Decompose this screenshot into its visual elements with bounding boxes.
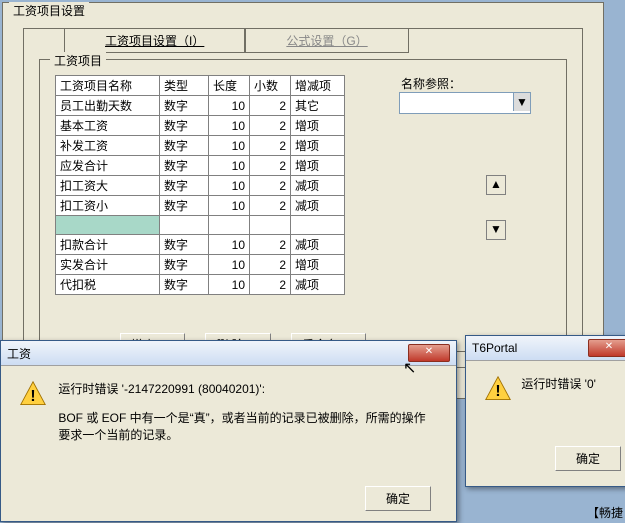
- table-cell[interactable]: 其它: [291, 96, 345, 116]
- table-cell[interactable]: [291, 216, 345, 235]
- table-row[interactable]: 扣工资大数字102减项: [56, 176, 345, 196]
- ref-combo[interactable]: ▼: [399, 92, 531, 114]
- table-cell[interactable]: 10: [209, 235, 250, 255]
- table-cell[interactable]: 2: [250, 156, 291, 176]
- table-cell[interactable]: 数字: [160, 255, 209, 275]
- table-cell[interactable]: 扣工资大: [56, 176, 160, 196]
- error-dialog-1: 工资 ✕ ! 运行时错误 '-2147220991 (80040201)': B…: [0, 340, 457, 522]
- table-cell[interactable]: 10: [209, 136, 250, 156]
- table-cell[interactable]: 实发合计: [56, 255, 160, 275]
- close-icon[interactable]: ✕: [588, 339, 625, 357]
- table-cell[interactable]: 2: [250, 275, 291, 295]
- table-cell[interactable]: 数字: [160, 275, 209, 295]
- table-cell[interactable]: 10: [209, 196, 250, 216]
- move-down-button[interactable]: ▼: [486, 220, 506, 240]
- table-cell[interactable]: 10: [209, 275, 250, 295]
- table-cell[interactable]: 增项: [291, 156, 345, 176]
- table-cell[interactable]: 数字: [160, 136, 209, 156]
- move-up-button[interactable]: ▲: [486, 175, 506, 195]
- table-cell[interactable]: 数字: [160, 116, 209, 136]
- dialog2-ok-button[interactable]: 确定: [555, 446, 621, 471]
- dialog2-title: T6Portal: [472, 341, 517, 355]
- warning-icon: !: [484, 375, 512, 403]
- table-cell[interactable]: 2: [250, 196, 291, 216]
- window-title: 工资项目设置: [9, 2, 89, 19]
- svg-text:!: !: [495, 383, 500, 400]
- table-row[interactable]: 基本工资数字102增项: [56, 116, 345, 136]
- table-cell[interactable]: 减项: [291, 176, 345, 196]
- footer-text: 【畅捷: [587, 504, 623, 521]
- table-row[interactable]: 应发合计数字102增项: [56, 156, 345, 176]
- table-row[interactable]: 实发合计数字102增项: [56, 255, 345, 275]
- table-cell[interactable]: [209, 216, 250, 235]
- table-cell[interactable]: [250, 216, 291, 235]
- table-cell[interactable]: 增项: [291, 136, 345, 156]
- table-cell[interactable]: [56, 216, 160, 235]
- table-cell[interactable]: 数字: [160, 235, 209, 255]
- table-cell[interactable]: 10: [209, 96, 250, 116]
- tab-formula[interactable]: 公式设置（G）: [245, 28, 408, 53]
- table-row[interactable]: 扣款合计数字102减项: [56, 235, 345, 255]
- table-cell[interactable]: 2: [250, 255, 291, 275]
- group-label: 工资项目: [50, 52, 106, 69]
- table-row[interactable]: 代扣税数字102减项: [56, 275, 345, 295]
- table-cell[interactable]: 数字: [160, 156, 209, 176]
- table-cell[interactable]: 2: [250, 235, 291, 255]
- table-cell[interactable]: 10: [209, 156, 250, 176]
- group-box: 工资项目 工资项目名称 类型 长度 小数 增减项 员工出勤天数数字102其它基本…: [39, 59, 567, 352]
- table-cell[interactable]: 10: [209, 176, 250, 196]
- warning-icon: !: [19, 380, 47, 408]
- col-type: 类型: [160, 76, 209, 96]
- dialog2-titlebar[interactable]: T6Portal ✕: [466, 336, 625, 361]
- table-cell[interactable]: 增项: [291, 116, 345, 136]
- dialog1-title: 工资: [7, 345, 31, 362]
- table-cell[interactable]: 扣款合计: [56, 235, 160, 255]
- table-cell[interactable]: 数字: [160, 96, 209, 116]
- table-cell[interactable]: 数字: [160, 196, 209, 216]
- table-cell[interactable]: 减项: [291, 196, 345, 216]
- col-incdec: 增减项: [291, 76, 345, 96]
- table-cell[interactable]: 扣工资小: [56, 196, 160, 216]
- table-cell[interactable]: 数字: [160, 176, 209, 196]
- col-name: 工资项目名称: [56, 76, 160, 96]
- table-row[interactable]: 补发工资数字102增项: [56, 136, 345, 156]
- table-cell[interactable]: 代扣税: [56, 275, 160, 295]
- error-dialog-2: T6Portal ✕ ! 运行时错误 '0' 确定: [465, 335, 625, 487]
- table-cell[interactable]: 2: [250, 136, 291, 156]
- items-table[interactable]: 工资项目名称 类型 长度 小数 增减项 员工出勤天数数字102其它基本工资数字1…: [55, 75, 345, 295]
- table-cell[interactable]: 员工出勤天数: [56, 96, 160, 116]
- table-cell[interactable]: 2: [250, 116, 291, 136]
- table-cell[interactable]: 2: [250, 96, 291, 116]
- col-len: 长度: [209, 76, 250, 96]
- inner-frame: 工资项目设置（I） 公式设置（G） 工资项目 工资项目名称 类型 长度 小数 增…: [23, 28, 583, 368]
- ref-label: 名称参照：: [401, 75, 461, 92]
- dialog2-body: ! 运行时错误 '0': [466, 361, 625, 417]
- tab-items[interactable]: 工资项目设置（I）: [64, 28, 245, 53]
- table-header-row: 工资项目名称 类型 长度 小数 增减项: [56, 76, 345, 96]
- dialog1-ok-button[interactable]: 确定: [365, 486, 431, 511]
- dialog1-line2: BOF 或 EOF 中有一个是“真”，或者当前的记录已被删除，所需的操作要求一个…: [58, 409, 428, 443]
- table-cell[interactable]: 减项: [291, 275, 345, 295]
- table-cell[interactable]: 10: [209, 255, 250, 275]
- dialog1-body: ! 运行时错误 '-2147220991 (80040201)': BOF 或 …: [1, 366, 456, 457]
- table-row[interactable]: [56, 216, 345, 235]
- svg-text:!: !: [30, 388, 35, 405]
- table-row[interactable]: 员工出勤天数数字102其它: [56, 96, 345, 116]
- close-icon[interactable]: ✕: [408, 344, 450, 362]
- table-cell[interactable]: 应发合计: [56, 156, 160, 176]
- dialog1-titlebar[interactable]: 工资 ✕: [1, 341, 456, 366]
- dialog1-line1: 运行时错误 '-2147220991 (80040201)':: [58, 380, 428, 397]
- table-cell[interactable]: 基本工资: [56, 116, 160, 136]
- table-row[interactable]: 扣工资小数字102减项: [56, 196, 345, 216]
- dialog2-msg: 运行时错误 '0': [521, 377, 596, 391]
- tab-bar: 工资项目设置（I） 公式设置（G）: [64, 28, 409, 53]
- table-cell[interactable]: 2: [250, 176, 291, 196]
- table-cell[interactable]: [160, 216, 209, 235]
- table-cell[interactable]: 增项: [291, 255, 345, 275]
- table-cell[interactable]: 减项: [291, 235, 345, 255]
- table-cell[interactable]: 补发工资: [56, 136, 160, 156]
- col-dec: 小数: [250, 76, 291, 96]
- table-cell[interactable]: 10: [209, 116, 250, 136]
- chevron-down-icon[interactable]: ▼: [513, 93, 530, 111]
